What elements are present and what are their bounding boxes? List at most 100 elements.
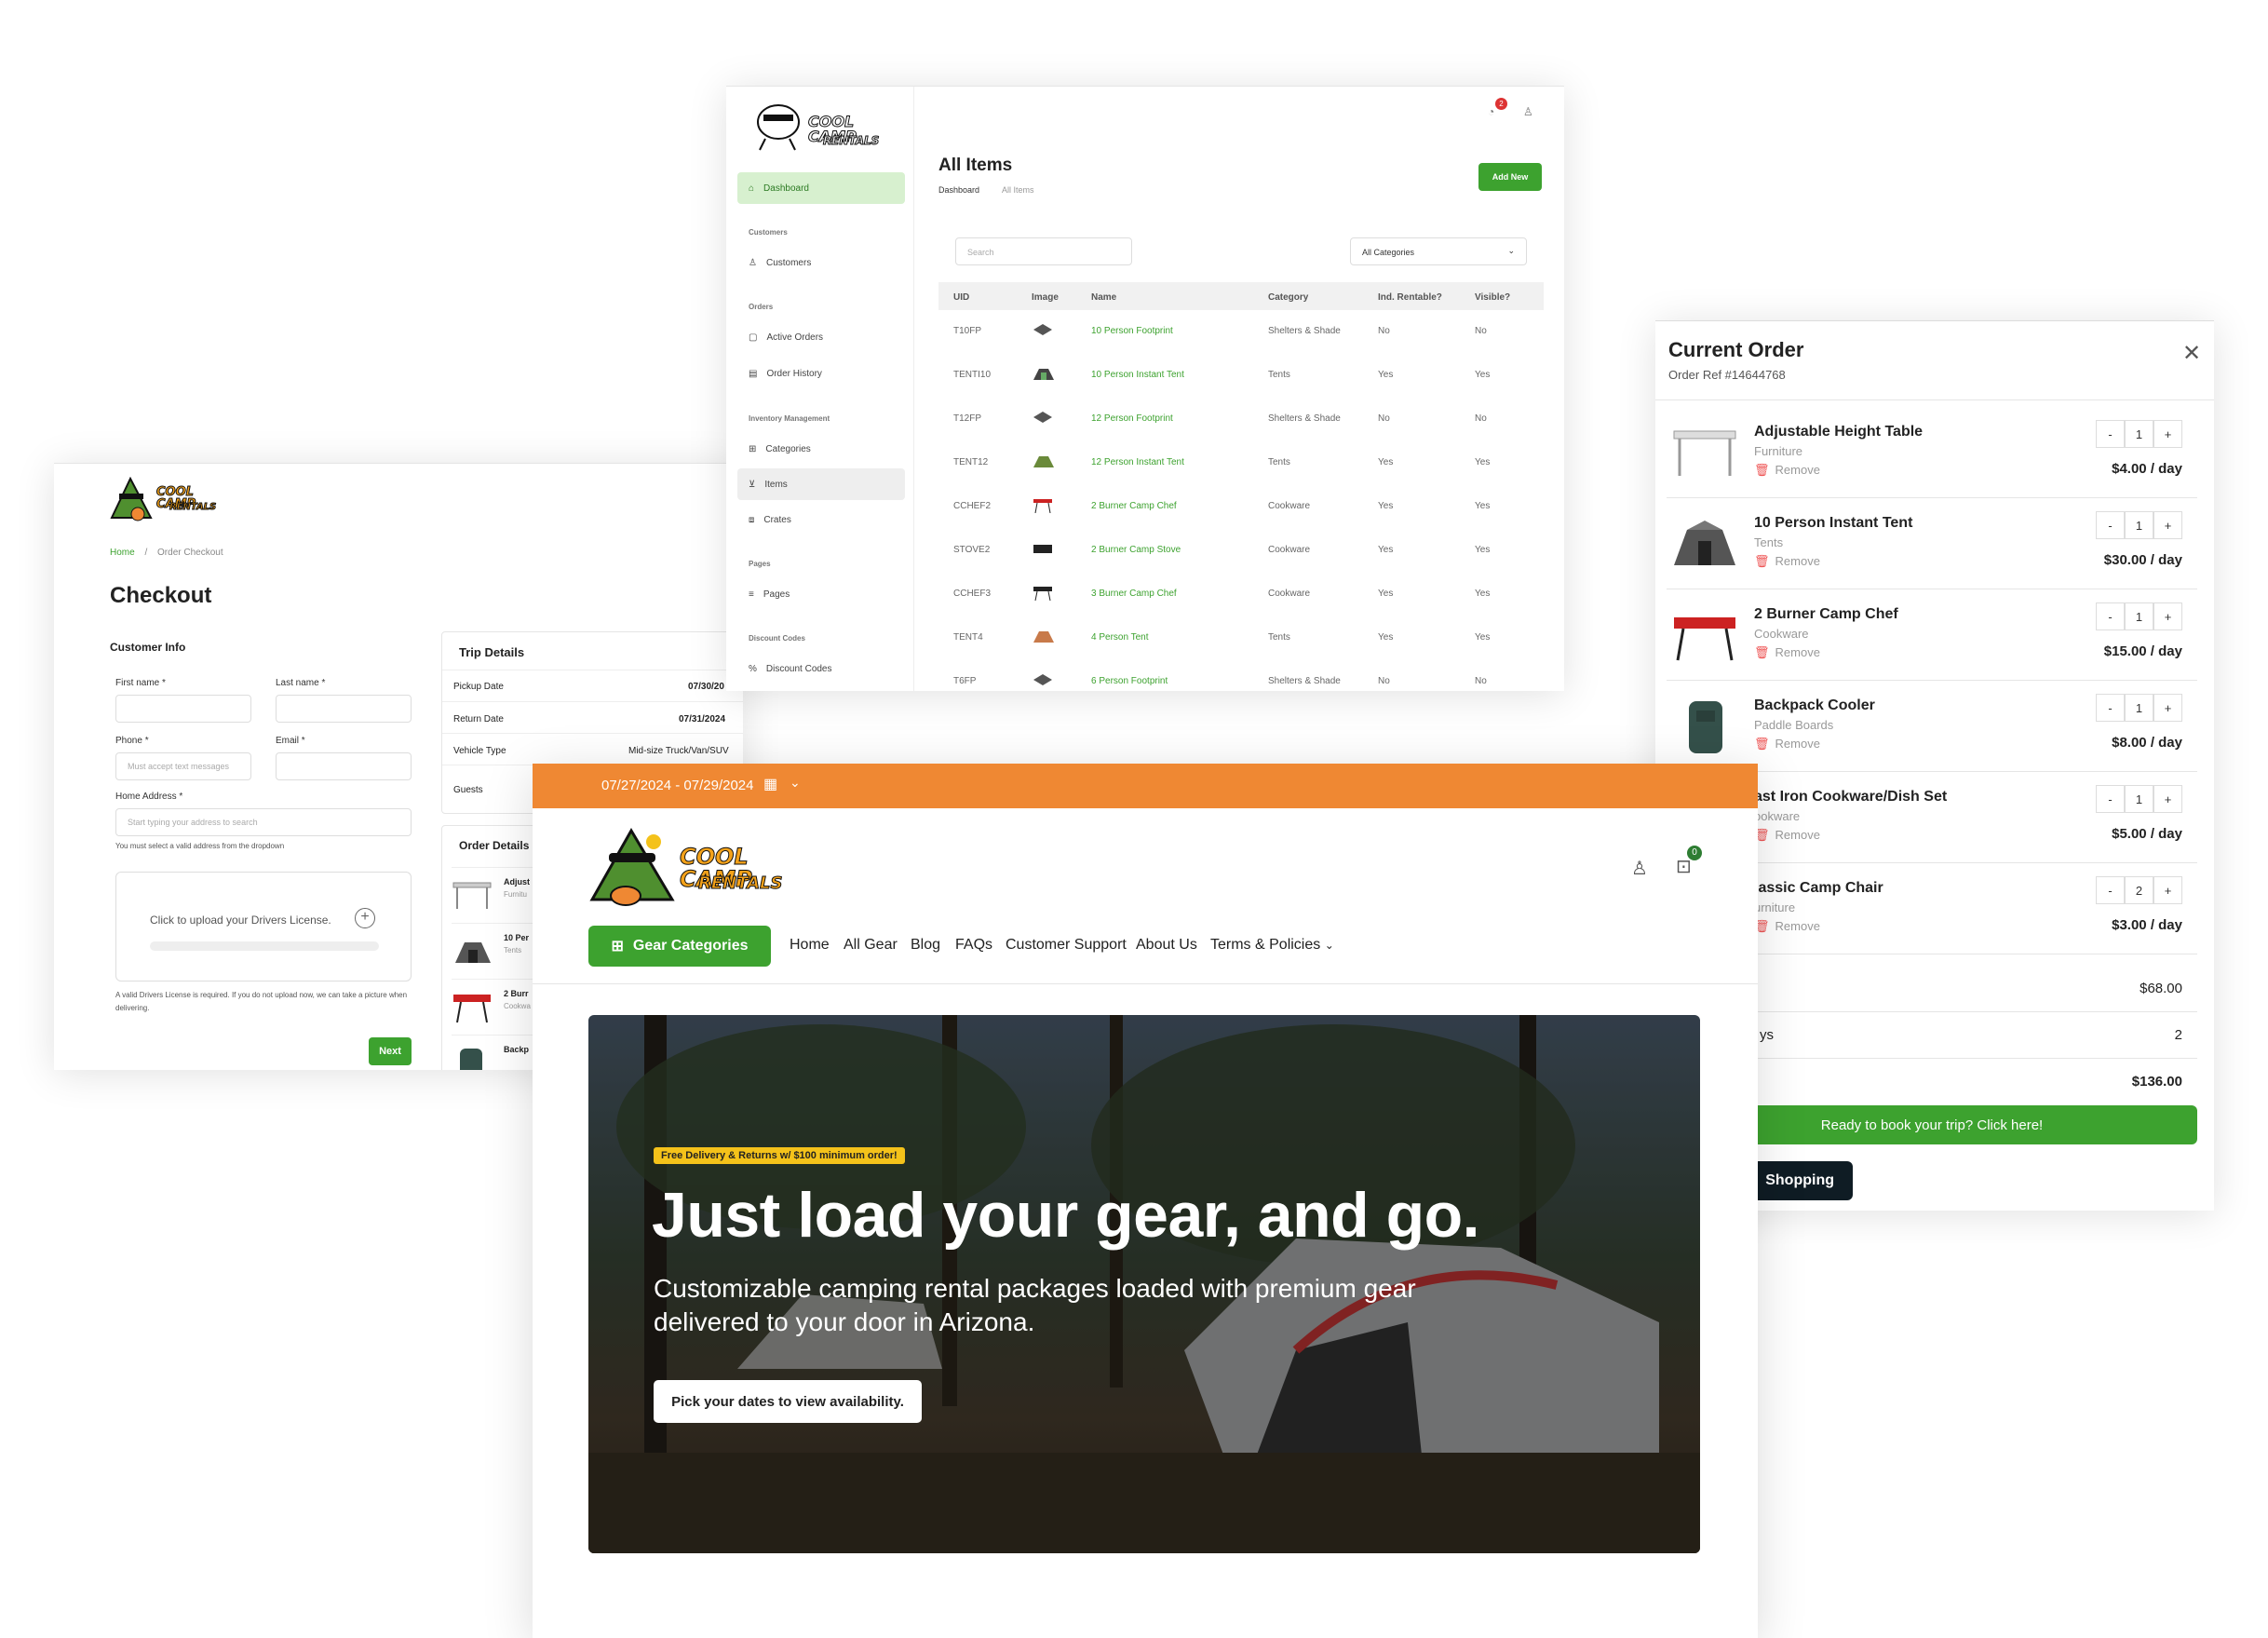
calendar-icon[interactable]: ▦ — [763, 775, 777, 793]
breadcrumb-home[interactable]: Home — [110, 548, 135, 558]
trash-icon: 🗑 — [1754, 645, 1770, 659]
cart-item: 10 Person Instant Tent Tents 🗑 Remove -1 + $30… — [1667, 498, 2197, 589]
gear-categories-button[interactable]: ⊞ Gear Categories — [588, 926, 771, 967]
sidebar-item-categories[interactable]: ⊞ Categories — [737, 433, 905, 465]
quantity-stepper[interactable]: -1 + — [2096, 420, 2182, 448]
profile-icon[interactable]: ♙ — [1523, 105, 1533, 118]
decrement-button[interactable]: - — [2096, 511, 2125, 539]
item-price: $15.00 / day — [2103, 643, 2182, 659]
last-name-field[interactable] — [276, 695, 412, 723]
decrement-button[interactable]: - — [2096, 694, 2125, 722]
remove-button[interactable]: 🗑 Remove — [1754, 645, 1820, 660]
quantity-stepper[interactable]: -1 + — [2096, 694, 2182, 722]
increment-button[interactable]: + — [2153, 694, 2182, 722]
nav-customer-support[interactable]: Customer Support — [1006, 937, 1127, 954]
add-new-button[interactable]: Add New — [1478, 163, 1542, 191]
site-logo[interactable]: COOL CAMP RENTALS — [588, 825, 803, 909]
sidebar-item-active-orders[interactable]: ▢ Active Orders — [737, 321, 905, 353]
remove-button[interactable]: 🗑 Remove — [1754, 919, 1820, 934]
quantity-stepper[interactable]: -1 + — [2096, 602, 2182, 630]
remove-button[interactable]: 🗑 Remove — [1754, 828, 1820, 843]
item-name-link[interactable]: 10 Person Footprint — [1091, 326, 1173, 336]
decrement-button[interactable]: - — [2096, 602, 2125, 630]
category-filter-select[interactable]: All Categories ⌄ — [1350, 237, 1527, 265]
table-row[interactable]: CCHEF2 2 Burner Camp Chef Cookware Yes Yes — [938, 485, 1544, 529]
increment-button[interactable]: + — [2153, 602, 2182, 630]
nav-faqs[interactable]: FAQs — [955, 937, 992, 954]
item-name-link[interactable]: 2 Burner Camp Chef — [1091, 501, 1177, 511]
quantity-value[interactable]: 2 — [2125, 876, 2153, 904]
uid-cell: TENT4 — [953, 632, 983, 643]
table-row[interactable]: TENT12 12 Person Instant Tent Tents Yes Yes — [938, 441, 1544, 485]
sidebar-item-dashboard[interactable]: ⌂ Dashboard — [737, 172, 905, 204]
table-header — [938, 282, 1544, 310]
table-row[interactable]: TENTI10 10 Person Instant Tent Tents Yes Yes — [938, 354, 1544, 398]
item-name-link[interactable]: 4 Person Tent — [1091, 632, 1149, 643]
cart-icon[interactable]: ⊡ 0 — [1676, 846, 1702, 878]
nav-home[interactable]: Home — [790, 937, 830, 954]
quantity-value[interactable]: 1 — [2125, 785, 2153, 813]
admin-logo[interactable]: COOL CAMP RENTALS — [752, 100, 892, 156]
sidebar-item-order-history[interactable]: ▤ Order History — [737, 358, 905, 389]
search-input[interactable]: Search — [955, 237, 1132, 265]
table-row[interactable]: CCHEF3 3 Burner Camp Chef Cookware Yes Yes — [938, 573, 1544, 616]
item-name-link[interactable]: 12 Person Footprint — [1091, 413, 1173, 424]
item-name-link[interactable]: 12 Person Instant Tent — [1091, 457, 1184, 467]
table-row[interactable]: T10FP 10 Person Footprint Shelters & Shade… — [938, 310, 1544, 354]
increment-button[interactable]: + — [2153, 785, 2182, 813]
chevron-down-icon[interactable]: ⌄ — [790, 775, 801, 791]
phone-field[interactable]: Must accept text messages — [115, 752, 251, 780]
increment-button[interactable]: + — [2153, 420, 2182, 448]
pick-dates-button[interactable]: Pick your dates to view availability. — [654, 1380, 922, 1423]
visible-cell: Yes — [1475, 589, 1491, 599]
email-field[interactable] — [276, 752, 412, 780]
license-upload-box[interactable]: Click to upload your Drivers License. + — [115, 872, 412, 981]
close-icon[interactable]: ✕ — [2182, 340, 2201, 367]
item-name-link[interactable]: 2 Burner Camp Stove — [1091, 545, 1181, 555]
quantity-value[interactable]: 1 — [2125, 420, 2153, 448]
table-row[interactable]: STOVE2 2 Burner Camp Stove Cookware Yes Yes — [938, 529, 1544, 573]
quantity-value[interactable]: 1 — [2125, 602, 2153, 630]
date-range-bar[interactable]: 07/27/2024 - 07/29/2024 ▦ ⌄ — [533, 764, 1758, 808]
item-name-link[interactable]: 3 Burner Camp Chef — [1091, 589, 1177, 599]
sidebar-item-pages[interactable]: ≡ Pages — [737, 578, 905, 610]
account-icon[interactable]: ♙ — [1631, 857, 1648, 880]
first-name-field[interactable] — [115, 695, 251, 723]
table-row[interactable]: T12FP 12 Person Footprint Shelters & Shade… — [938, 398, 1544, 441]
item-name-link[interactable]: 6 Person Footprint — [1091, 676, 1168, 686]
nav-blog[interactable]: Blog — [911, 937, 940, 954]
decrement-button[interactable]: - — [2096, 420, 2125, 448]
increment-button[interactable]: + — [2153, 876, 2182, 904]
grid-icon: ⊞ — [749, 443, 757, 454]
quantity-stepper[interactable]: -1 + — [2096, 511, 2182, 539]
notification-bell-icon[interactable]: ◔ 2 — [1488, 98, 1507, 118]
quantity-stepper[interactable]: -1 + — [2096, 785, 2182, 813]
item-thumbnail-icon — [1033, 631, 1054, 643]
increment-button[interactable]: + — [2153, 511, 2182, 539]
site-logo[interactable]: COOL CAMP RENTALS — [110, 476, 231, 523]
rentable-cell: Yes — [1378, 457, 1394, 467]
quantity-value[interactable]: 1 — [2125, 694, 2153, 722]
nav-all-gear[interactable]: All Gear — [844, 937, 898, 954]
address-field[interactable]: Start typing your address to search — [115, 808, 412, 836]
remove-button[interactable]: 🗑 Remove — [1754, 554, 1820, 569]
quantity-stepper[interactable]: -2 + — [2096, 876, 2182, 904]
table-row[interactable]: TENT4 4 Person Tent Tents Yes Yes — [938, 616, 1544, 660]
next-button[interactable]: Next — [369, 1037, 412, 1065]
visible-cell: Yes — [1475, 457, 1491, 467]
sidebar-item-items[interactable]: ⊻ Items — [737, 468, 905, 500]
quantity-value[interactable]: 1 — [2125, 511, 2153, 539]
remove-button[interactable]: 🗑 Remove — [1754, 463, 1820, 478]
decrement-button[interactable]: - — [2096, 876, 2125, 904]
rentable-cell: Yes — [1378, 632, 1394, 643]
item-name-link[interactable]: 10 Person Instant Tent — [1091, 370, 1184, 380]
sidebar-item-customers[interactable]: ♙ Customers — [737, 247, 905, 278]
nav-about-us[interactable]: About Us — [1136, 937, 1197, 954]
item-name: lassic Camp Chair — [1754, 880, 1883, 896]
sidebar-item-crates[interactable]: ⧈ Crates — [737, 504, 905, 535]
sidebar-item-discount-codes[interactable]: % Discount Codes — [737, 653, 905, 684]
nav-terms-policies[interactable]: Terms & Policies ⌄ — [1210, 937, 1334, 954]
decrement-button[interactable]: - — [2096, 785, 2125, 813]
table-row[interactable]: T6FP 6 Person Footprint Shelters & Shade No… — [938, 660, 1544, 691]
remove-button[interactable]: 🗑 Remove — [1754, 737, 1820, 751]
